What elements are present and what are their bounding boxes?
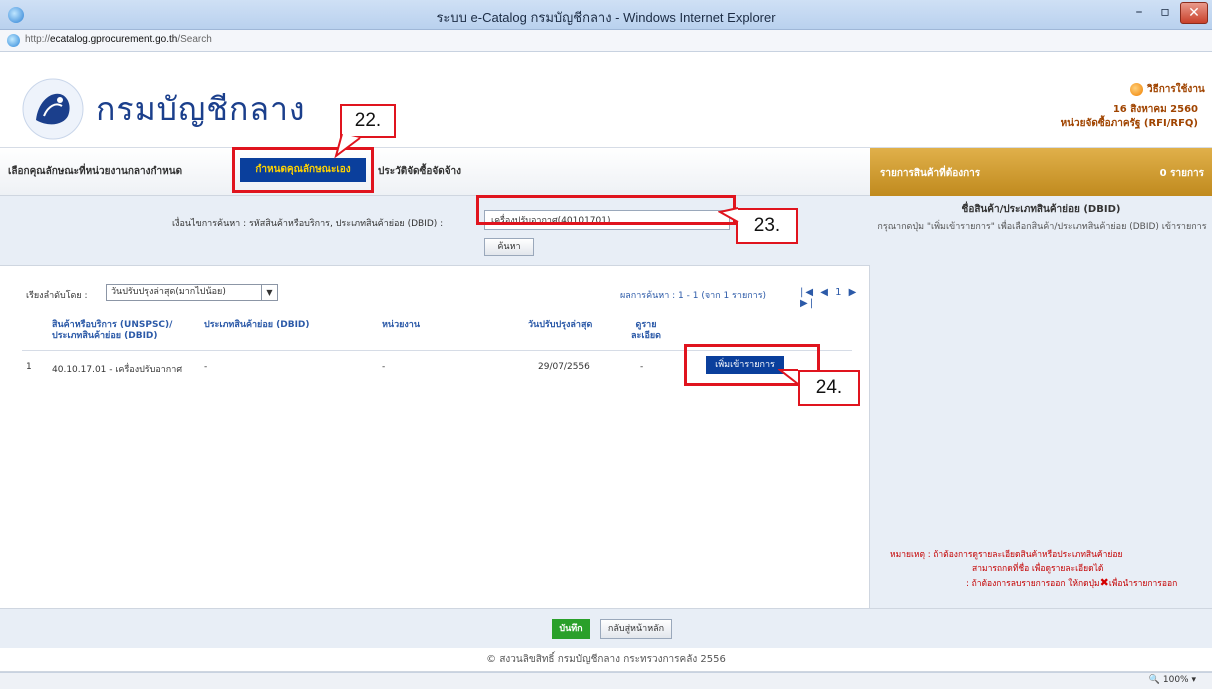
close-button[interactable]: ✕	[1180, 2, 1208, 24]
row-agency: -	[382, 362, 386, 372]
department-logo-icon	[22, 78, 84, 140]
pagination[interactable]: |◀ ◀ 1 ▶ ▶|	[800, 287, 869, 309]
row-detail: -	[640, 362, 644, 372]
callout-highlight-23	[476, 195, 736, 225]
search-button[interactable]: ค้นหา	[484, 238, 534, 256]
search-label: เงื่อนไขการค้นหา : รหัสสินค้าหรือบริการ,…	[172, 219, 444, 229]
url-text[interactable]: http://ecatalog.gprocurement.go.th/Searc…	[25, 34, 212, 45]
results-count: ผลการค้นหา : 1 - 1 (จาก 1 รายการ)	[620, 291, 767, 301]
cart-title: รายการสินค้าที่ต้องการ	[880, 168, 981, 179]
note-line-3: : ถ้าต้องการลบรายการออก ให้กดปุ่ม✖เพื่อน…	[890, 576, 1210, 591]
column-header-updated[interactable]: วันปรับปรุงล่าสุด	[528, 320, 618, 331]
zoom-control[interactable]: 🔍 100% ▾	[1149, 675, 1196, 685]
page-header: กรมบัญชีกลาง วิธีการใช้งาน 16 สิงหาคม 25…	[0, 52, 1212, 148]
callout-pointer-24	[778, 369, 799, 385]
tab-central-spec[interactable]: เลือกคุณลักษณะที่หน่วยงานกลางกำหนด	[8, 164, 182, 179]
save-button[interactable]: บันทึก	[552, 619, 590, 639]
cart-hint: กรุณากดปุ่ม "เพิ่มเข้ารายการ" เพื่อเลือก…	[877, 222, 1207, 232]
chevron-down-icon[interactable]: ▼	[261, 285, 277, 300]
callout-label-23: 23.	[736, 208, 798, 244]
column-header-detail: ดูราย ละเอียด	[631, 320, 661, 341]
column-header-product[interactable]: สินค้าหรือบริการ (UNSPSC)/ ประเภทสินค้าย…	[52, 320, 192, 342]
address-bar[interactable]: http://ecatalog.gprocurement.go.th/Searc…	[0, 30, 1212, 52]
url-host: ecatalog.gprocurement.go.th	[50, 34, 178, 45]
url-path: /Search	[177, 34, 212, 45]
column-header-dbid[interactable]: ประเภทสินค้าย่อย (DBID)	[204, 320, 344, 331]
current-date: 16 สิงหาคม 2560	[1112, 104, 1198, 115]
note-line-3-end: เพื่อนำรายการออก	[1108, 579, 1178, 589]
cart-note: หมายเหตุ : ถ้าต้องการดูรายละเอียดสินค้าห…	[890, 548, 1210, 591]
sort-selected-value: วันปรับปรุงล่าสุด(มากไปน้อย)	[111, 287, 226, 297]
callout-pointer-22	[334, 133, 361, 159]
note-line-2: สามารถกดที่ชื่อ เพื่อดูรายละเอียดได้	[972, 564, 1104, 574]
cart-column-heading: ชื่อสินค้า/ประเภทสินค้าย่อย (DBID)	[961, 204, 1121, 215]
callout-label-24: 24.	[798, 370, 860, 406]
back-to-home-button[interactable]: กลับสู่หน้าหลัก	[600, 619, 672, 639]
callout-pointer-23	[718, 207, 739, 223]
cart-panel: ชื่อสินค้า/ประเภทสินค้าย่อย (DBID) กรุณา…	[870, 196, 1212, 608]
row-product[interactable]: 40.10.17.01 - เครื่องปรับอากาศ	[52, 362, 182, 376]
page-icon	[7, 34, 20, 47]
window-titlebar: ระบบ e-Catalog กรมบัญชีกลาง - Windows In…	[0, 0, 1212, 30]
row-dbid: -	[204, 362, 208, 372]
url-prefix: http://	[25, 34, 51, 45]
cart-count: 0 รายการ	[1159, 168, 1204, 179]
cart-header: รายการสินค้าที่ต้องการ 0 รายการ	[870, 148, 1212, 196]
sort-select[interactable]: วันปรับปรุงล่าสุด(มากไปน้อย) ▼	[106, 284, 278, 301]
results-panel: เรียงลำดับโดย : วันปรับปรุงล่าสุด(มากไปน…	[0, 266, 870, 608]
note-line-3-text: : ถ้าต้องการลบรายการออก ให้กดปุ่ม	[966, 579, 1100, 589]
help-label: วิธีการใช้งาน	[1147, 84, 1205, 95]
sort-label: เรียงลำดับโดย :	[26, 291, 88, 301]
row-updated-date: 29/07/2556	[538, 362, 590, 372]
tab-bar: เลือกคุณลักษณะที่หน่วยงานกลางกำหนด กำหนด…	[0, 148, 870, 196]
copyright: © สงวนลิขสิทธิ์ กรมบัญชีกลาง กระทรวงการค…	[0, 648, 1212, 672]
row-number: 1	[26, 362, 32, 372]
status-bar: 🔍 100% ▾	[0, 672, 1212, 689]
help-icon	[1130, 82, 1143, 96]
help-link[interactable]: วิธีการใช้งาน	[1130, 82, 1205, 97]
note-line-1: หมายเหตุ : ถ้าต้องการดูรายละเอียดสินค้าห…	[890, 550, 1123, 560]
maximize-button[interactable]: ▫	[1152, 2, 1178, 24]
column-header-agency[interactable]: หน่วยงาน	[382, 320, 462, 331]
action-bar: บันทึก กลับสู่หน้าหลัก	[0, 608, 1212, 648]
tab-procurement-history[interactable]: ประวัติจัดซื้อจัดจ้าง	[378, 164, 461, 179]
minimize-button[interactable]: –	[1126, 2, 1152, 24]
delete-x-icon: ✖	[1099, 576, 1109, 589]
procurement-unit: หน่วยจัดซื้อภาครัฐ (RFI/RFQ)	[1060, 118, 1198, 129]
window-title: ระบบ e-Catalog กรมบัญชีกลาง - Windows In…	[436, 10, 776, 25]
department-name: กรมบัญชีกลาง	[96, 90, 306, 128]
